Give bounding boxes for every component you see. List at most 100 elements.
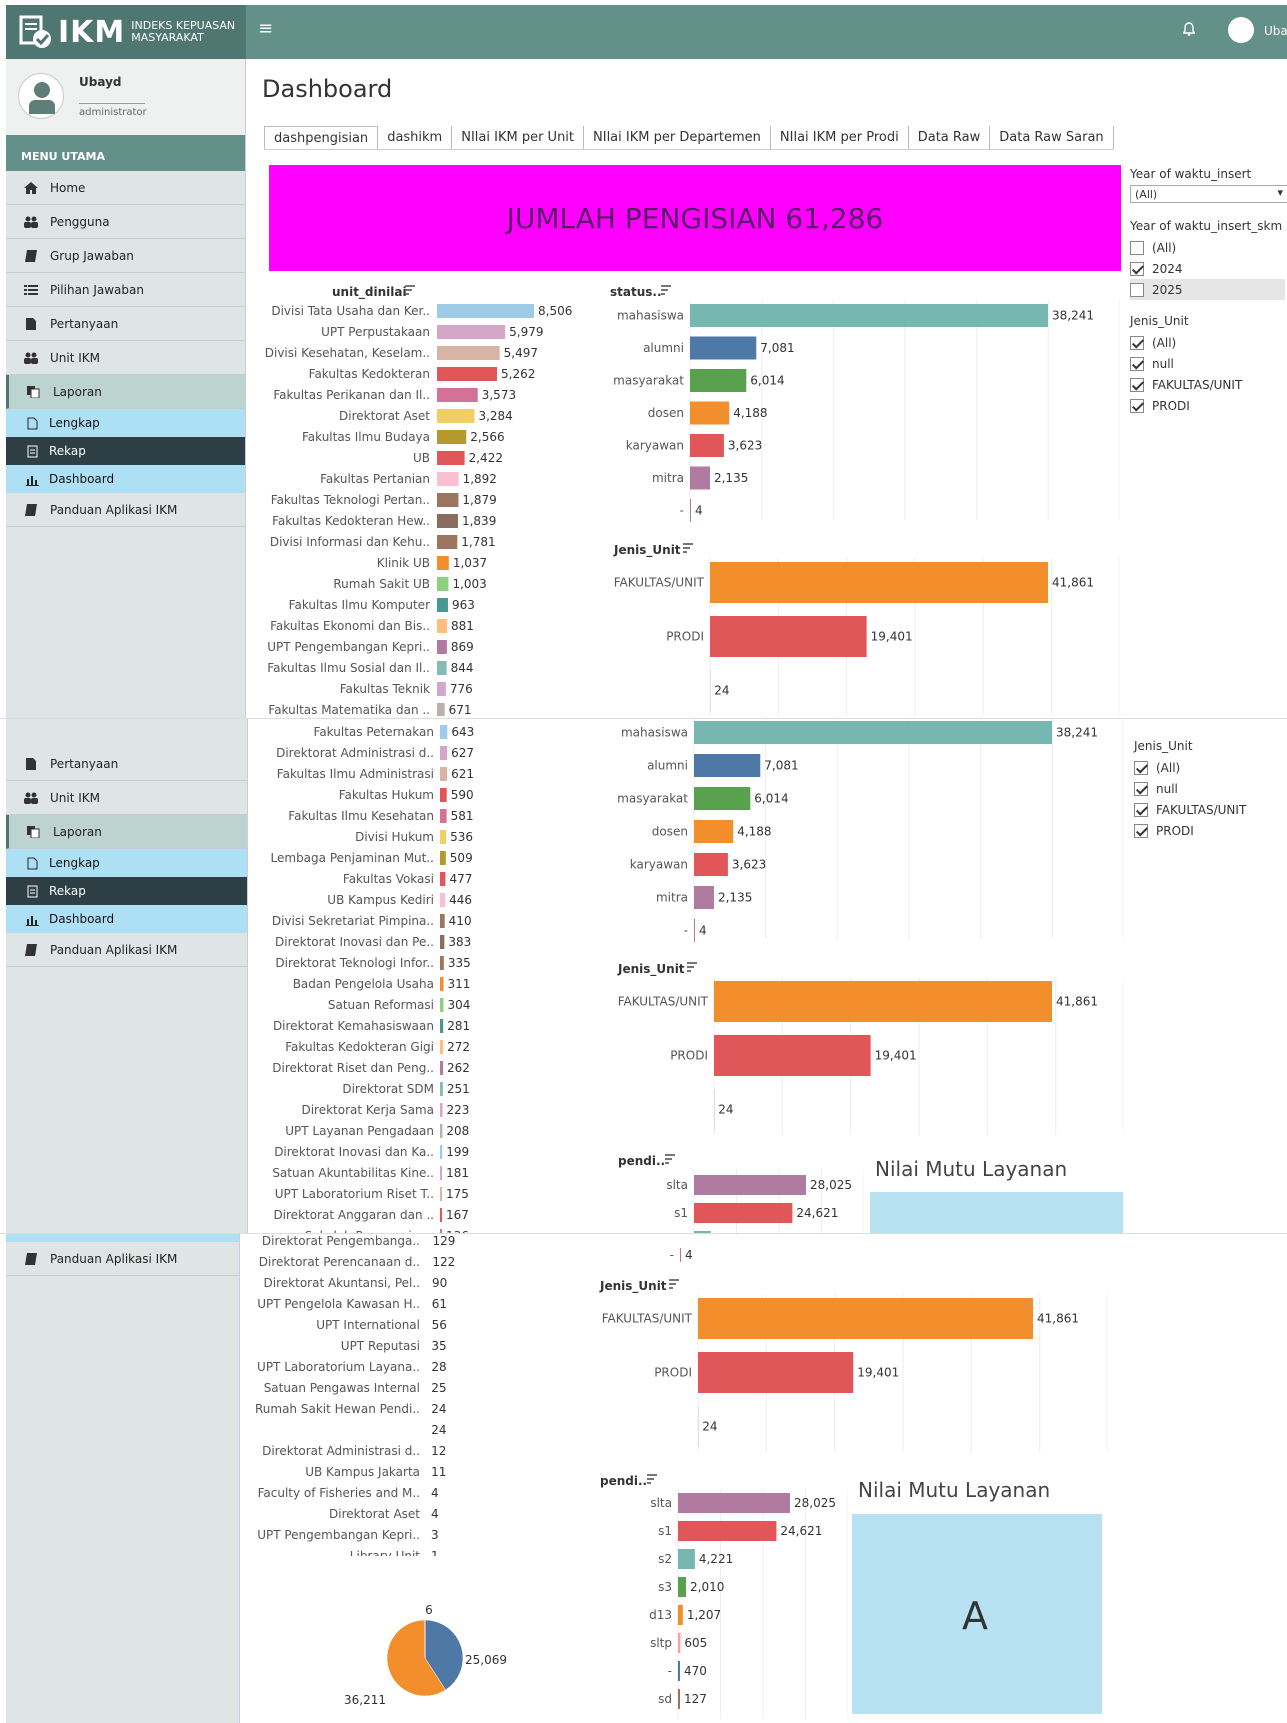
sidebar-username: Ubayd [79,75,122,89]
sidebar-user-panel: Ubayd administrator [6,59,245,135]
tab-nilai-ikm-prodi[interactable]: NIlai IKM per Prodi [771,126,909,149]
sidebar-item-pengguna[interactable]: Pengguna [6,205,245,239]
user-avatar-icon[interactable] [1228,17,1254,43]
category-label: Fakultas Ilmu Administrasi [277,767,434,781]
value-label: 2,135 [714,471,748,485]
sidebar-item-label: Pilihan Jawaban [50,282,144,297]
nilai-mutu-value: A [962,1594,988,1638]
sidebar-item-laporan[interactable]: Laporan [6,815,247,849]
bar [680,1248,681,1262]
bar [440,1166,443,1180]
category-label: slta [650,1496,672,1510]
sidebar-item-panduan[interactable]: Panduan Aplikasi IKM [6,493,245,527]
sidebar-sub-rekap[interactable]: Rekap [6,437,245,465]
sidebar-item-grup-jawaban[interactable]: Grup Jawaban [6,239,245,273]
tab-data-raw-saran[interactable]: Data Raw Saran [990,126,1114,149]
filter-option[interactable]: FAKULTAS/UNIT [1134,799,1287,820]
filter-option[interactable]: PRODI [1130,395,1287,416]
sort-icon[interactable] [660,284,672,296]
sidebar-item-pilihan-jawaban[interactable]: Pilihan Jawaban [6,273,245,307]
bar [678,1549,695,1569]
tab-nilai-ikm-departemen[interactable]: NIlai IKM per Departemen [584,126,771,149]
year-insert-select[interactable]: (All) ▾ [1130,185,1287,203]
sidebar-sub-dashboard[interactable]: Dashboard [6,465,245,493]
sort-icon[interactable] [686,961,698,973]
value-label: 5,262 [501,367,535,381]
value-label: 304 [447,998,470,1012]
filter-option[interactable]: (All) [1130,332,1287,353]
filter-option[interactable]: 2024 [1130,258,1287,279]
tab-nilai-ikm-unit[interactable]: NIlai IKM per Unit [452,126,585,149]
checkbox[interactable] [1130,261,1144,276]
sidebar-item-pertanyaan[interactable]: Pertanyaan [6,747,247,781]
category-label: UB [413,451,430,465]
sidebar-item-label: Unit IKM [50,790,101,805]
sidebar-item-pertanyaan[interactable]: Pertanyaan [6,307,245,341]
jenis-unit-chart: FAKULTAS/UNIT 41,861 PRODI 19,401 24 [614,558,1120,716]
value-label: 19,401 [875,1049,917,1063]
bar [440,893,446,907]
sidebar-sub-label: Rekap [49,884,86,898]
checkbox[interactable] [1134,781,1148,796]
filter-option[interactable]: null [1134,778,1287,799]
sidebar-sub-rekap[interactable]: Rekap [6,877,247,905]
value-label: 175 [446,1187,469,1201]
checkbox[interactable] [1130,398,1144,413]
sidebar-item-home[interactable]: Home [6,171,245,205]
value-label: 38,241 [1056,726,1098,740]
checkbox[interactable] [1130,282,1144,297]
sort-icon[interactable] [668,1278,680,1290]
sort-icon[interactable] [682,542,694,554]
filter-option[interactable]: null [1130,353,1287,374]
filter-option[interactable]: 2025 [1130,279,1285,300]
filter-option[interactable]: (All) [1134,757,1287,778]
brand-logo[interactable]: IKM INDEKS KEPUASAN MASYARAKAT [6,5,246,59]
value-label: 7,081 [764,759,798,773]
bar [427,1318,428,1332]
status-chart-tail: -4 [670,1248,693,1262]
sidebar-item-panduan[interactable]: Panduan Aplikasi IKM [6,933,247,967]
sort-icon[interactable] [404,284,416,296]
bar [694,721,1052,744]
sort-icon[interactable] [646,1473,658,1485]
filter-option[interactable]: (All) [1130,237,1287,258]
menu-toggle-icon[interactable]: ≡ [258,18,273,39]
checkbox[interactable] [1130,377,1144,392]
category-label: Fakultas Ilmu Komputer [289,598,430,612]
value-label: 5,497 [504,346,538,360]
topbar-username[interactable]: Uba [1264,24,1287,38]
dashboard-screenshot: IKM INDEKS KEPUASAN MASYARAKAT ≡ Uba Uba… [0,0,1287,1723]
checkbox[interactable] [1130,335,1144,350]
bell-icon[interactable] [1183,22,1195,36]
sidebar-item-laporan[interactable]: Laporan [6,375,245,409]
tab-dashpengisian[interactable]: dashpengisian [264,126,379,149]
sort-icon[interactable] [664,1153,676,1165]
value-label: 3,573 [482,388,516,402]
category-label: Direktorat Kerja Sama [301,1103,434,1117]
tab-dashikm[interactable]: dashikm [378,126,453,149]
dashboard-view-middle: Pertanyaan Unit IKM Laporan Lengkap Reka… [0,718,1287,1233]
sidebar-item-panduan[interactable]: Panduan Aplikasi IKM [6,1242,239,1276]
filter-option-label: PRODI [1156,823,1194,838]
filter-option[interactable]: PRODI [1134,820,1287,841]
value-label: 627 [451,746,474,760]
category-label: s2 [658,1552,672,1566]
checkbox[interactable] [1134,802,1148,817]
bar [437,325,506,339]
checkbox[interactable] [1130,240,1144,255]
value-label: 38,241 [1052,309,1094,323]
checkbox[interactable] [1134,823,1148,838]
sidebar-item-unit-ikm[interactable]: Unit IKM [6,781,247,815]
sidebar-sub-lengkap[interactable]: Lengkap [6,849,247,877]
sidebar-sub-lengkap[interactable]: Lengkap [6,409,245,437]
category-label: FAKULTAS/UNIT [602,1312,693,1326]
sidebar-item-unit-ikm[interactable]: Unit IKM [6,341,245,375]
value-label: 56 [432,1318,447,1332]
sidebar-sub-dashboard[interactable]: Dashboard [6,905,247,933]
filter-option[interactable]: FAKULTAS/UNIT [1130,374,1287,395]
checkbox[interactable] [1134,760,1148,775]
checkbox[interactable] [1130,356,1144,371]
bar [440,1061,443,1075]
value-label: 41,861 [1052,576,1094,590]
tab-data-raw[interactable]: Data Raw [909,126,991,149]
